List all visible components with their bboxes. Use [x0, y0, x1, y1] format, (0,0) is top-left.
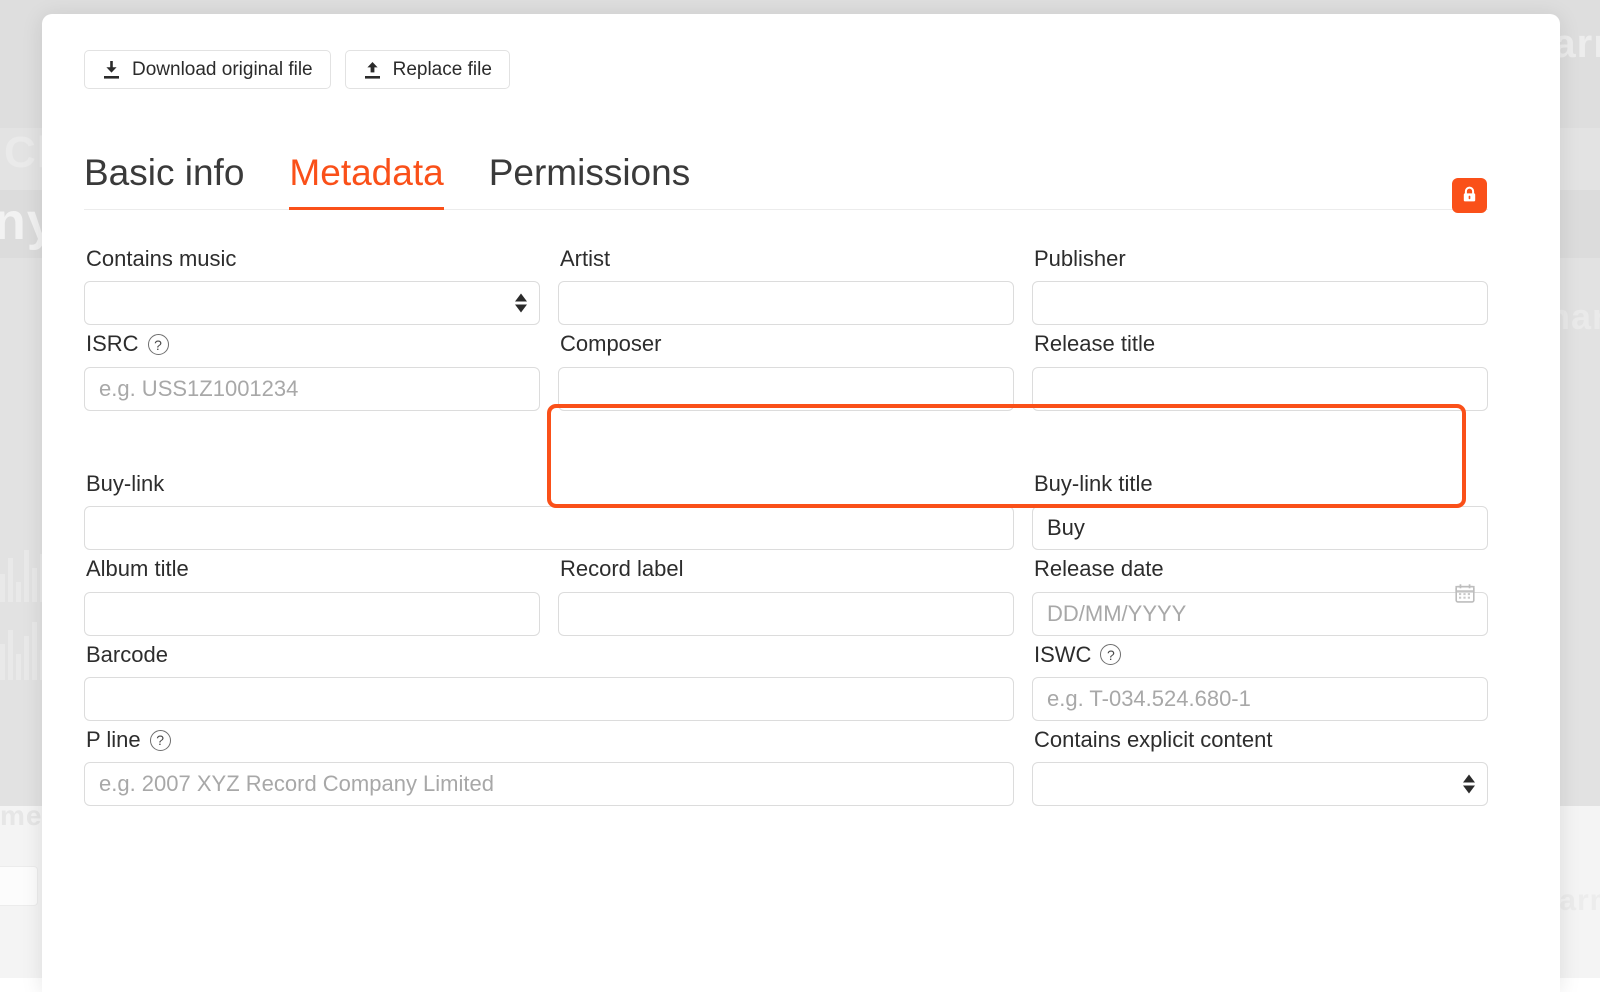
lock-button[interactable] [1452, 178, 1487, 213]
field-record-label: Record label [558, 556, 1014, 635]
release-title-input[interactable] [1032, 367, 1488, 411]
buy-link-title-label: Buy-link title [1034, 471, 1488, 497]
field-artist: Artist [558, 246, 1014, 325]
backdrop-chip [0, 866, 38, 906]
contains-explicit-content-label: Contains explicit content [1034, 727, 1488, 753]
field-composer: Composer [558, 331, 1014, 410]
field-release-title: Release title [1032, 331, 1488, 410]
isrc-label-text: ISRC [86, 331, 139, 357]
p-line-input[interactable] [84, 762, 1014, 806]
p-line-label: P line ? [86, 727, 1014, 753]
upload-icon [363, 60, 382, 80]
record-label-label: Record label [560, 556, 1014, 582]
field-contains-music: Contains music [84, 246, 540, 325]
field-barcode: Barcode [84, 642, 1014, 721]
file-actions-toolbar: Download original file Replace file [84, 50, 510, 89]
isrc-input[interactable] [84, 367, 540, 411]
iswc-label: ISWC ? [1034, 642, 1488, 668]
form-row-4: Album title Record label Release date [84, 556, 1488, 641]
release-title-label: Release title [1034, 331, 1488, 357]
tab-basic-info[interactable]: Basic info [84, 154, 244, 210]
field-publisher: Publisher [1032, 246, 1488, 325]
download-icon [102, 60, 121, 80]
form-row-6: P line ? Contains explicit content [84, 727, 1488, 812]
file-details-modal: Download original file Replace file Basi… [42, 14, 1560, 992]
field-buy-link-title: Buy-link title [1032, 471, 1488, 550]
tab-permissions[interactable]: Permissions [489, 154, 691, 210]
album-title-label: Album title [86, 556, 540, 582]
field-contains-explicit-content: Contains explicit content [1032, 727, 1488, 806]
buy-link-input[interactable] [84, 506, 1014, 550]
iswc-help-icon[interactable]: ? [1100, 644, 1121, 665]
release-date-input[interactable] [1032, 592, 1488, 636]
form-row-2: ISRC ? Composer Release title [84, 331, 1488, 416]
buy-link-label: Buy-link [86, 471, 1014, 497]
field-p-line: P line ? [84, 727, 1014, 806]
detail-tabs: Basic info Metadata Permissions [84, 154, 1488, 210]
iswc-label-text: ISWC [1034, 642, 1091, 668]
field-release-date: Release date [1032, 556, 1488, 635]
metadata-form: Contains music Artist Publisher [84, 246, 1488, 812]
publisher-label: Publisher [1034, 246, 1488, 272]
tab-metadata[interactable]: Metadata [289, 154, 443, 210]
p-line-label-text: P line [86, 727, 141, 753]
composer-label: Composer [560, 331, 1014, 357]
contains-music-label: Contains music [86, 246, 540, 272]
contains-explicit-content-select[interactable] [1032, 762, 1488, 806]
artist-input[interactable] [558, 281, 1014, 325]
record-label-input[interactable] [558, 592, 1014, 636]
p-line-help-icon[interactable]: ? [150, 730, 171, 751]
contains-music-select[interactable] [84, 281, 540, 325]
contains-explicit-content-select-wrap [1032, 762, 1488, 806]
replace-file-button[interactable]: Replace file [345, 50, 510, 89]
publisher-input[interactable] [1032, 281, 1488, 325]
isrc-help-icon[interactable]: ? [148, 334, 169, 355]
field-album-title: Album title [84, 556, 540, 635]
replace-file-label: Replace file [393, 59, 492, 81]
barcode-label: Barcode [86, 642, 1014, 668]
form-row-5: Barcode ISWC ? [84, 642, 1488, 727]
download-original-file-button[interactable]: Download original file [84, 50, 331, 89]
artist-label: Artist [560, 246, 1014, 272]
form-row-3: Buy-link Buy-link title [84, 471, 1488, 556]
field-buy-link: Buy-link [84, 471, 1014, 550]
album-title-input[interactable] [84, 592, 540, 636]
barcode-input[interactable] [84, 677, 1014, 721]
composer-input[interactable] [558, 367, 1014, 411]
iswc-input[interactable] [1032, 677, 1488, 721]
release-date-label: Release date [1034, 556, 1488, 582]
buy-link-title-input[interactable] [1032, 506, 1488, 550]
form-row-1: Contains music Artist Publisher [84, 246, 1488, 331]
form-section-spacer [84, 417, 1488, 471]
download-original-file-label: Download original file [132, 59, 313, 81]
calendar-icon[interactable] [1454, 582, 1476, 609]
field-isrc: ISRC ? [84, 331, 540, 410]
isrc-label: ISRC ? [86, 331, 540, 357]
lock-icon [1460, 185, 1479, 207]
contains-music-select-wrap [84, 281, 540, 325]
field-iswc: ISWC ? [1032, 642, 1488, 721]
